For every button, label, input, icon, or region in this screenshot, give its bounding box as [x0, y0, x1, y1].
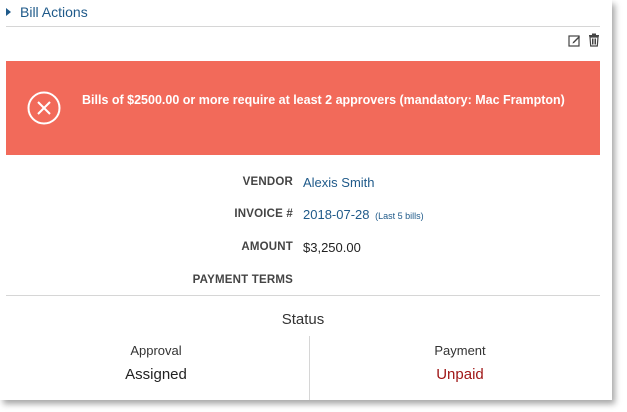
invoice-value: 2018-07-28 (Last 5 bills): [303, 207, 424, 222]
payment-terms-row: PAYMENT TERMS: [0, 270, 612, 290]
vendor-link[interactable]: Alexis Smith: [303, 175, 375, 190]
edit-icon[interactable]: [568, 34, 581, 47]
amount-row: AMOUNT $3,250.00: [0, 237, 612, 257]
alert-message: Bills of $2500.00 or more require at lea…: [82, 93, 565, 107]
payment-label: Payment: [434, 343, 486, 358]
last-bills-link[interactable]: (Last 5 bills): [375, 211, 424, 221]
invoice-label: INVOICE #: [234, 208, 293, 220]
amount-label: AMOUNT: [241, 241, 293, 253]
toolbar: [568, 33, 600, 47]
vendor-row: VENDOR Alexis Smith: [0, 172, 612, 192]
bill-actions-label: Bill Actions: [20, 4, 88, 20]
amount-value: $3,250.00: [303, 239, 361, 255]
caret-right-icon: [6, 8, 11, 16]
bill-panel: Bill Actions Bills of $2500.00 or more r…: [0, 0, 612, 400]
vendor-label: VENDOR: [242, 176, 293, 188]
payment-status: Payment Unpaid: [310, 343, 610, 383]
approval-status: Approval Assigned: [6, 343, 306, 383]
approval-alert: Bills of $2500.00 or more require at lea…: [6, 61, 600, 155]
invoice-link[interactable]: 2018-07-28: [303, 207, 370, 222]
payment-value: Unpaid: [436, 366, 484, 383]
status-title: Status: [281, 311, 325, 328]
close-circle-icon: [27, 91, 61, 125]
approval-value: Assigned: [125, 366, 187, 383]
divider: [6, 26, 600, 27]
trash-icon[interactable]: [588, 33, 600, 47]
invoice-row: INVOICE # 2018-07-28 (Last 5 bills): [0, 204, 612, 224]
divider: [6, 295, 600, 296]
bill-actions-toggle[interactable]: Bill Actions: [6, 2, 88, 22]
payment-terms-label: PAYMENT TERMS: [192, 274, 293, 286]
approval-label: Approval: [130, 343, 182, 358]
